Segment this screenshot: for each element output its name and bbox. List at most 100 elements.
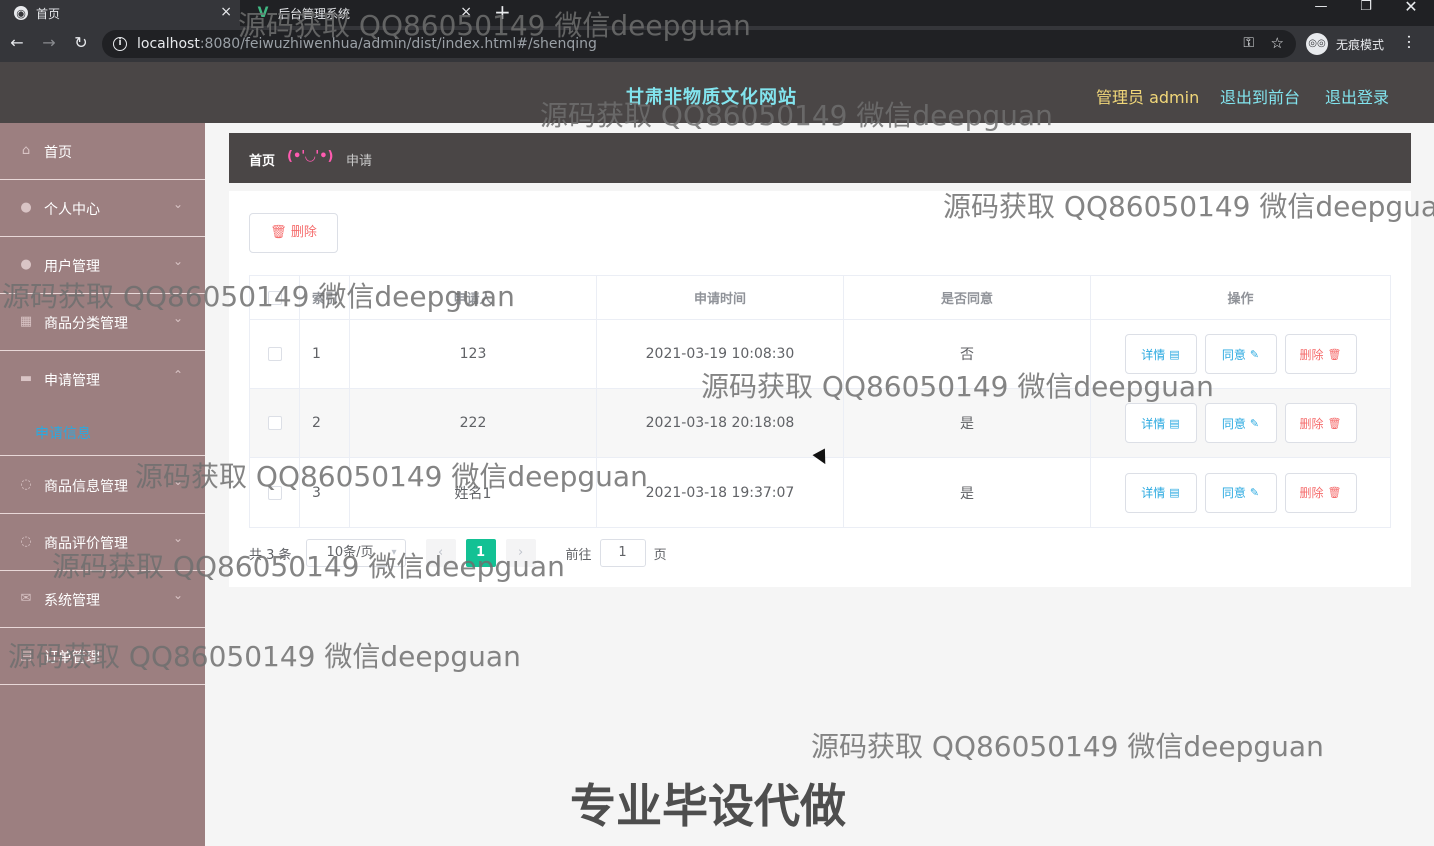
site-title: 甘肃非物质文化网站 — [626, 87, 797, 108]
detail-label: 详情 — [1141, 347, 1166, 362]
cell-applicant: 姓名1 — [350, 458, 597, 527]
trash-icon: 🗑 — [270, 225, 287, 240]
site-info-icon[interactable]: i — [113, 37, 127, 51]
window-minimize-button[interactable]: — — [1298, 0, 1344, 26]
sidebar-item-home[interactable]: ⌂ 首页 — [0, 123, 205, 180]
goto-page-input[interactable]: 1 — [599, 539, 646, 567]
row-checkbox[interactable] — [267, 347, 282, 361]
comment-icon: ◌ — [20, 534, 32, 549]
browser-tab-admin[interactable]: V 后台管理系统 × — [242, 0, 480, 26]
delete-button[interactable]: 删除 🗑 — [1284, 472, 1357, 513]
trash-icon: 🗑 — [1327, 416, 1342, 430]
row-checkbox[interactable] — [267, 416, 282, 430]
cell-agree: 否 — [844, 320, 1091, 388]
back-arrow-icon[interactable]: ← — [6, 32, 28, 54]
cell-time: 2021-03-18 20:18:08 — [597, 389, 844, 457]
cell-time: 2021-03-18 19:37:07 — [597, 458, 844, 527]
sidebar-item-application-management[interactable]: ▬ 申请管理 ⌃ — [0, 351, 205, 408]
batch-delete-button[interactable]: 🗑 删除 — [249, 213, 338, 253]
cell-time: 2021-03-19 10:08:30 — [597, 320, 844, 388]
sidebar-subitem-label: 申请信息 — [35, 426, 91, 442]
agree-button[interactable]: 同意 ✎ — [1204, 472, 1277, 513]
info-icon: ◌ — [20, 477, 32, 492]
delete-label: 删除 — [1299, 486, 1324, 500]
folder-icon: ▬ — [19, 371, 33, 386]
forward-arrow-icon[interactable]: → — [38, 32, 60, 54]
chevron-down-icon: ⌄ — [172, 311, 183, 325]
delete-button[interactable]: 删除 🗑 — [1284, 334, 1357, 374]
incognito-label: 无痕模式 — [1336, 37, 1385, 52]
detail-button[interactable]: 详情 ▤ — [1124, 472, 1197, 513]
reload-icon[interactable]: ↻ — [70, 32, 92, 54]
main-content: 首页 (•'◡'•) 申请 🗑 删除 索引 申请人 申请时间 是否同意 操作 1… — [205, 123, 1434, 846]
next-page-button[interactable]: › — [505, 539, 536, 567]
delete-button[interactable]: 删除 🗑 — [1284, 403, 1357, 443]
tab-title: 首页 — [36, 6, 61, 21]
users-icon: ● — [20, 257, 32, 272]
page-size-select[interactable]: 10条/页 ▾ — [305, 539, 406, 567]
breadcrumb: 首页 (•'◡'•) 申请 — [229, 133, 1411, 183]
table-header: 索引 申请人 申请时间 是否同意 操作 — [250, 276, 1390, 320]
agree-button[interactable]: 同意 ✎ — [1204, 334, 1277, 374]
chevron-down-icon: ▾ — [391, 547, 397, 558]
cell-agree: 是 — [844, 389, 1091, 457]
select-all-checkbox[interactable] — [267, 290, 282, 305]
address-bar[interactable]: i localhost:8080/feiwuzhiwenhua/admin/di… — [102, 30, 1296, 58]
sidebar-item-product-review[interactable]: ◌ 商品评价管理 ⌄ — [0, 514, 205, 571]
key-icon[interactable]: ⚿ — [1243, 35, 1254, 51]
detail-button[interactable]: 详情 ▤ — [1124, 334, 1197, 374]
agree-label: 同意 — [1221, 347, 1246, 362]
agree-button[interactable]: 同意 ✎ — [1204, 403, 1277, 443]
sidebar-item-system-management[interactable]: ✉ 系统管理 ⌄ — [0, 571, 205, 628]
browser-tab-home[interactable]: ◉ 首页 × — [0, 0, 240, 26]
browser-menu-icon[interactable]: ⋯ — [1400, 34, 1419, 50]
pagination-total: 共 3 条 — [249, 547, 292, 563]
content-panel: 🗑 删除 索引 申请人 申请时间 是否同意 操作 1 1 23 2021-03-1… — [229, 191, 1411, 587]
sidebar-item-label: 商品分类管理 — [44, 316, 128, 332]
logout-link[interactable]: 退出登录 — [1325, 84, 1389, 108]
header-select-all[interactable] — [250, 276, 300, 319]
trash-icon: 🗑 — [1327, 347, 1342, 361]
cell-applicant: 222 — [350, 389, 597, 457]
chevron-down-icon: ⌄ — [172, 254, 183, 268]
tab-close-icon[interactable]: × — [220, 4, 232, 20]
incognito-badge[interactable]: ◎◎ 无痕模式 — [1306, 31, 1384, 57]
column-header-agree: 是否同意 — [844, 276, 1091, 319]
page-size-value: 10条/页 — [326, 545, 374, 560]
cell-index: 3 — [300, 458, 350, 527]
trash-icon: 🗑 — [1327, 486, 1342, 499]
breadcrumb-home[interactable]: 首页 — [249, 150, 275, 169]
sidebar-item-product-info[interactable]: ◌ 商品信息管理 ⌄ — [0, 457, 205, 514]
window-maximize-button[interactable]: ❐ — [1343, 0, 1389, 26]
tab-close-icon[interactable]: × — [460, 4, 472, 20]
sidebar-item-label: 系统管理 — [44, 593, 100, 609]
chevron-down-icon: ⌄ — [172, 197, 183, 211]
exit-to-front-link[interactable]: 退出到前台 — [1220, 84, 1300, 108]
window-close-button[interactable]: ✕ — [1388, 0, 1434, 26]
cell-index: 2 — [300, 389, 350, 457]
delete-label: 删除 — [1299, 416, 1324, 431]
sidebar-subitem-application-info[interactable]: 申请信息 — [0, 409, 205, 456]
sidebar-item-personal-center[interactable]: ● 个人中心 ⌄ — [0, 180, 205, 237]
page-number-current[interactable]: 1 — [465, 539, 496, 567]
agree-label: 同意 — [1221, 486, 1246, 500]
sidebar-item-label: 商品评价管理 — [44, 536, 128, 552]
sidebar-item-order-management[interactable]: ▤ 订单管理 — [0, 628, 205, 685]
bookmark-star-icon[interactable]: ☆ — [1271, 34, 1284, 52]
url-text[interactable]: localhost:8080/feiwuzhiwenhua/admin/dist… — [137, 36, 597, 52]
pagination: 共 3 条 10条/页 ▾ ‹ 1 › 前往 1 页 — [249, 539, 667, 567]
sidebar-item-category-management[interactable]: ▦ 商品分类管理 ⌄ — [0, 294, 205, 351]
detail-button[interactable]: 详情 ▤ — [1124, 403, 1197, 443]
new-tab-button[interactable]: + — [494, 0, 511, 24]
vue-logo-icon: V — [257, 5, 269, 21]
mail-icon: ✉ — [20, 591, 32, 606]
tab-title: 后台管理系统 — [278, 6, 351, 21]
row-checkbox[interactable] — [267, 485, 282, 500]
delete-button-label: 删除 — [290, 225, 317, 240]
agree-label: 同意 — [1221, 416, 1246, 431]
prev-page-button[interactable]: ‹ — [425, 539, 456, 567]
cell-actions: 详情 ▤ 同意 ✎ 删除 🗑 — [1091, 320, 1390, 388]
sidebar-item-user-management[interactable]: ● 用户管理 ⌄ — [0, 237, 205, 294]
sidebar-item-label: 申请管理 — [44, 373, 100, 389]
document-icon: ▤ — [1169, 486, 1180, 499]
